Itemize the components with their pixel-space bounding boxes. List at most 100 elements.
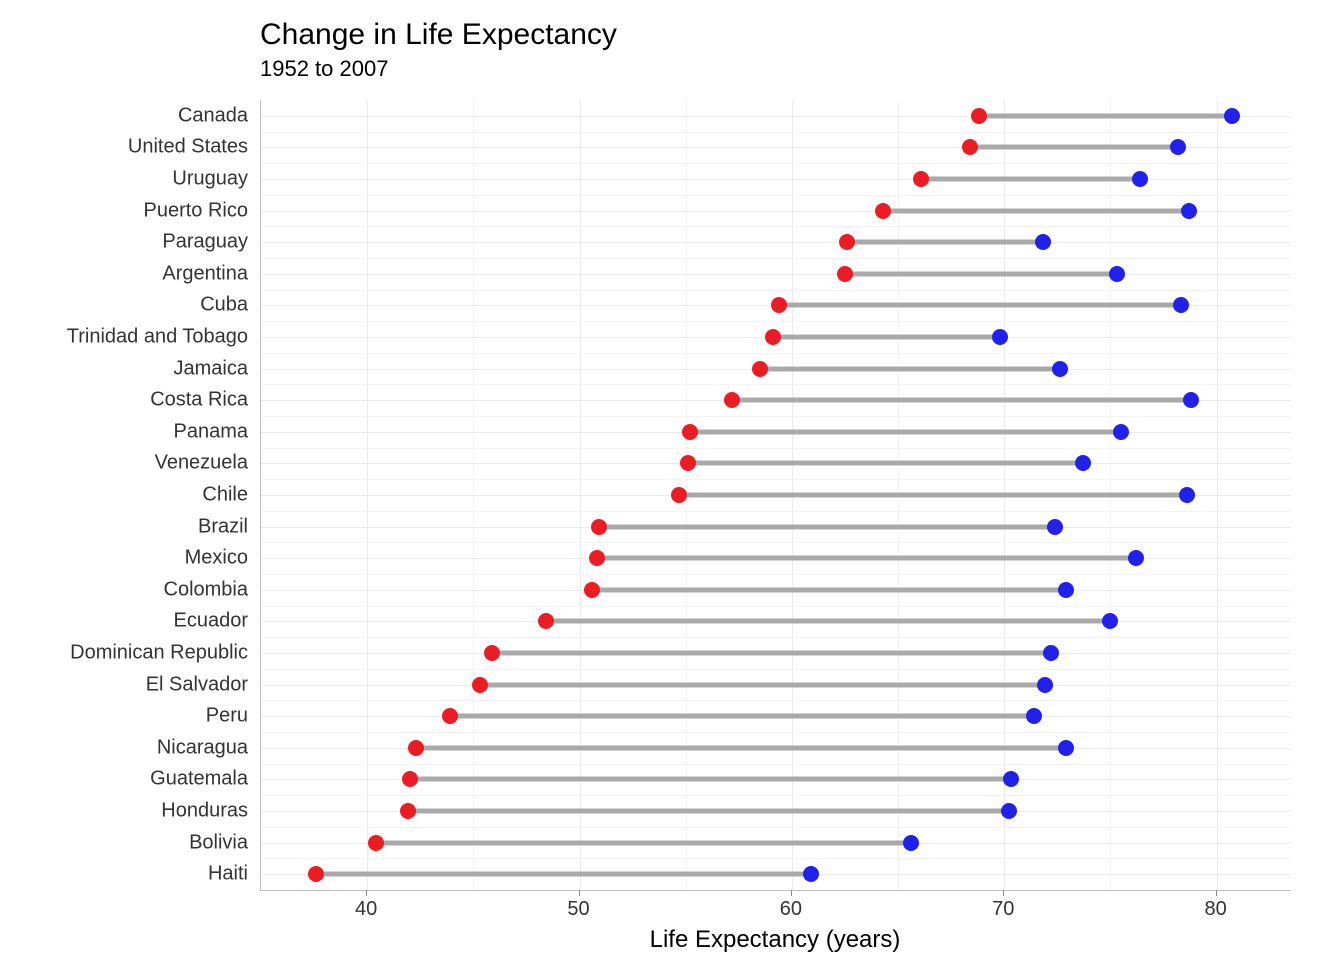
x-tick-mark	[579, 890, 580, 896]
y-gridline-minor	[261, 700, 1291, 701]
y-tick-label: Panama	[0, 420, 248, 443]
point-2007	[1102, 613, 1118, 629]
point-1952	[962, 139, 978, 155]
point-2007	[1170, 139, 1186, 155]
point-1952	[765, 329, 781, 345]
point-2007	[992, 329, 1008, 345]
y-gridline-minor	[261, 258, 1291, 259]
y-tick-label: Canada	[0, 104, 248, 127]
point-2007	[1043, 645, 1059, 661]
dumbbell-segment	[416, 745, 1066, 750]
x-tick-mark	[1003, 890, 1004, 896]
dumbbell-segment	[970, 145, 1178, 150]
point-2007	[1035, 234, 1051, 250]
y-gridline	[261, 242, 1291, 243]
dumbbell-segment	[847, 240, 1042, 245]
y-tick-label: Jamaica	[0, 357, 248, 380]
dumbbell-segment	[450, 714, 1034, 719]
y-gridline	[261, 274, 1291, 275]
y-gridline-minor	[261, 542, 1291, 543]
point-1952	[484, 645, 500, 661]
y-gridline-minor	[261, 479, 1291, 480]
point-2007	[1128, 550, 1144, 566]
y-tick-label: El Salvador	[0, 673, 248, 696]
point-2007	[1003, 771, 1019, 787]
point-2007	[803, 866, 819, 882]
point-1952	[591, 519, 607, 535]
point-1952	[408, 740, 424, 756]
dumbbell-segment	[732, 398, 1191, 403]
y-gridline-minor	[261, 226, 1291, 227]
y-tick-label: Peru	[0, 705, 248, 728]
y-gridline-minor	[261, 448, 1291, 449]
y-gridline-minor	[261, 637, 1291, 638]
y-tick-label: Paraguay	[0, 231, 248, 254]
point-2007	[1058, 582, 1074, 598]
y-tick-label: Haiti	[0, 863, 248, 886]
y-gridline-minor	[261, 195, 1291, 196]
y-gridline-minor	[261, 827, 1291, 828]
point-1952	[472, 677, 488, 693]
x-tick-mark	[366, 890, 367, 896]
x-tick-label: 80	[1205, 898, 1227, 921]
point-1952	[584, 582, 600, 598]
point-2007	[1037, 677, 1053, 693]
y-gridline-minor	[261, 163, 1291, 164]
chart-title: Change in Life Expectancy	[260, 18, 617, 52]
y-tick-label: Mexico	[0, 547, 248, 570]
dumbbell-segment	[773, 335, 1000, 340]
y-gridline-minor	[261, 321, 1291, 322]
y-tick-label: Brazil	[0, 515, 248, 538]
dumbbell-segment	[883, 208, 1189, 213]
dumbbell-segment	[597, 556, 1136, 561]
x-tick-mark	[791, 890, 792, 896]
y-gridline-minor	[261, 416, 1291, 417]
y-gridline-minor	[261, 511, 1291, 512]
point-1952	[875, 203, 891, 219]
dumbbell-segment	[679, 493, 1187, 498]
dumbbell-segment	[316, 872, 811, 877]
point-1952	[368, 835, 384, 851]
y-tick-label: United States	[0, 136, 248, 159]
x-tick-label: 50	[567, 898, 589, 921]
dumbbell-segment	[921, 177, 1140, 182]
dumbbell-segment	[599, 524, 1056, 529]
x-axis-title: Life Expectancy (years)	[260, 926, 1290, 954]
y-tick-label: Honduras	[0, 800, 248, 823]
dumbbell-segment	[779, 303, 1180, 308]
y-tick-label: Ecuador	[0, 610, 248, 633]
dumbbell-segment	[688, 461, 1083, 466]
point-2007	[1181, 203, 1197, 219]
point-1952	[589, 550, 605, 566]
point-2007	[1173, 297, 1189, 313]
point-1952	[682, 424, 698, 440]
point-1952	[671, 487, 687, 503]
y-tick-label: Chile	[0, 484, 248, 507]
y-gridline-minor	[261, 290, 1291, 291]
x-tick-label: 40	[355, 898, 377, 921]
dumbbell-segment	[408, 809, 1009, 814]
y-gridline-minor	[261, 669, 1291, 670]
x-tick-mark	[1216, 890, 1217, 896]
y-tick-label: Costa Rica	[0, 389, 248, 412]
y-gridline-minor	[261, 732, 1291, 733]
y-tick-label: Colombia	[0, 578, 248, 601]
y-tick-label: Nicaragua	[0, 736, 248, 759]
y-gridline-minor	[261, 795, 1291, 796]
point-2007	[1179, 487, 1195, 503]
y-gridline-minor	[261, 132, 1291, 133]
point-1952	[839, 234, 855, 250]
y-gridline-minor	[261, 606, 1291, 607]
dumbbell-segment	[546, 619, 1111, 624]
point-1952	[971, 108, 987, 124]
y-tick-label: Trinidad and Tobago	[0, 326, 248, 349]
chart-container: Change in Life Expectancy 1952 to 2007 C…	[0, 0, 1344, 960]
y-tick-label: Dominican Republic	[0, 642, 248, 665]
dumbbell-segment	[480, 682, 1045, 687]
y-gridline-minor	[261, 858, 1291, 859]
point-2007	[1132, 171, 1148, 187]
y-gridline-minor	[261, 574, 1291, 575]
point-2007	[1224, 108, 1240, 124]
point-2007	[1047, 519, 1063, 535]
point-1952	[442, 708, 458, 724]
